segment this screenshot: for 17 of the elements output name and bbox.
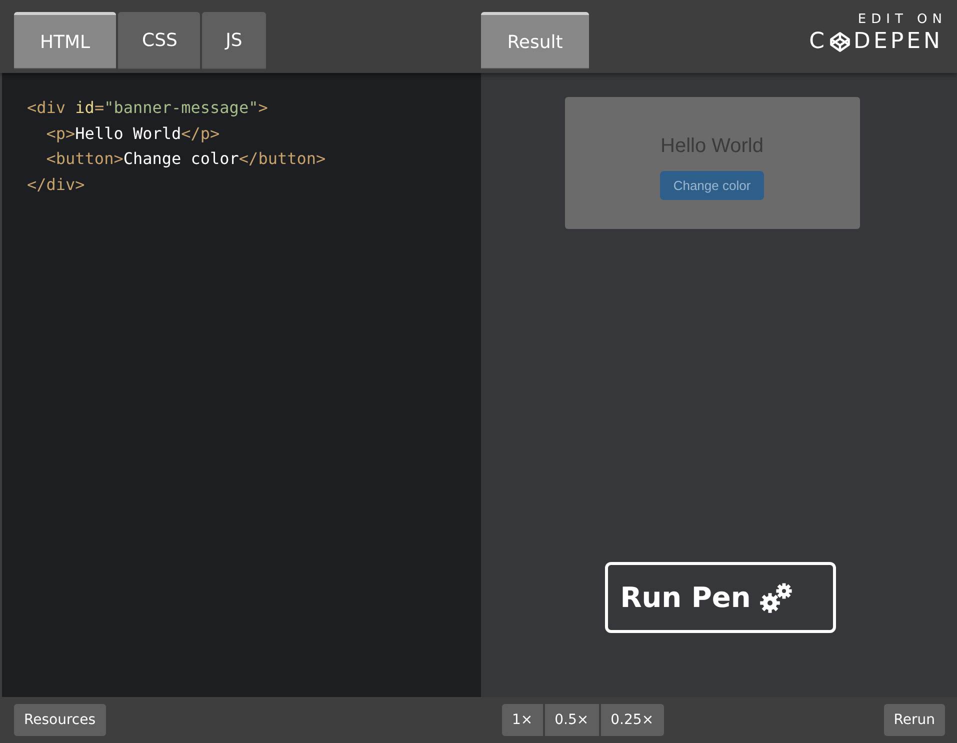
zoom-button[interactable]: 1× xyxy=(502,704,543,736)
zoom-button[interactable]: 0.25× xyxy=(600,704,664,736)
editor-tab[interactable]: HTML xyxy=(14,12,116,69)
preview-button[interactable]: Change color xyxy=(660,171,764,200)
zoom-button[interactable]: 0.5× xyxy=(544,704,599,736)
editor-tab[interactable]: CSS xyxy=(118,12,200,69)
code-line: <div id="banner-message"> xyxy=(27,97,268,119)
codepen-logo[interactable]: EDIT ON C DEPEN xyxy=(809,12,943,73)
code-line: <button>Change color</button> xyxy=(45,148,326,170)
run-pen-button[interactable]: Run Pen xyxy=(605,562,836,633)
code-line: </div> xyxy=(27,174,85,196)
code-line: <p>Hello World</p> xyxy=(45,122,220,144)
rerun-button[interactable]: Rerun xyxy=(884,704,945,736)
result-tab[interactable]: Result xyxy=(481,12,589,69)
resources-button[interactable]: Resources xyxy=(14,704,106,736)
editor-tab[interactable]: JS xyxy=(202,12,266,69)
cube-icon xyxy=(828,30,851,52)
